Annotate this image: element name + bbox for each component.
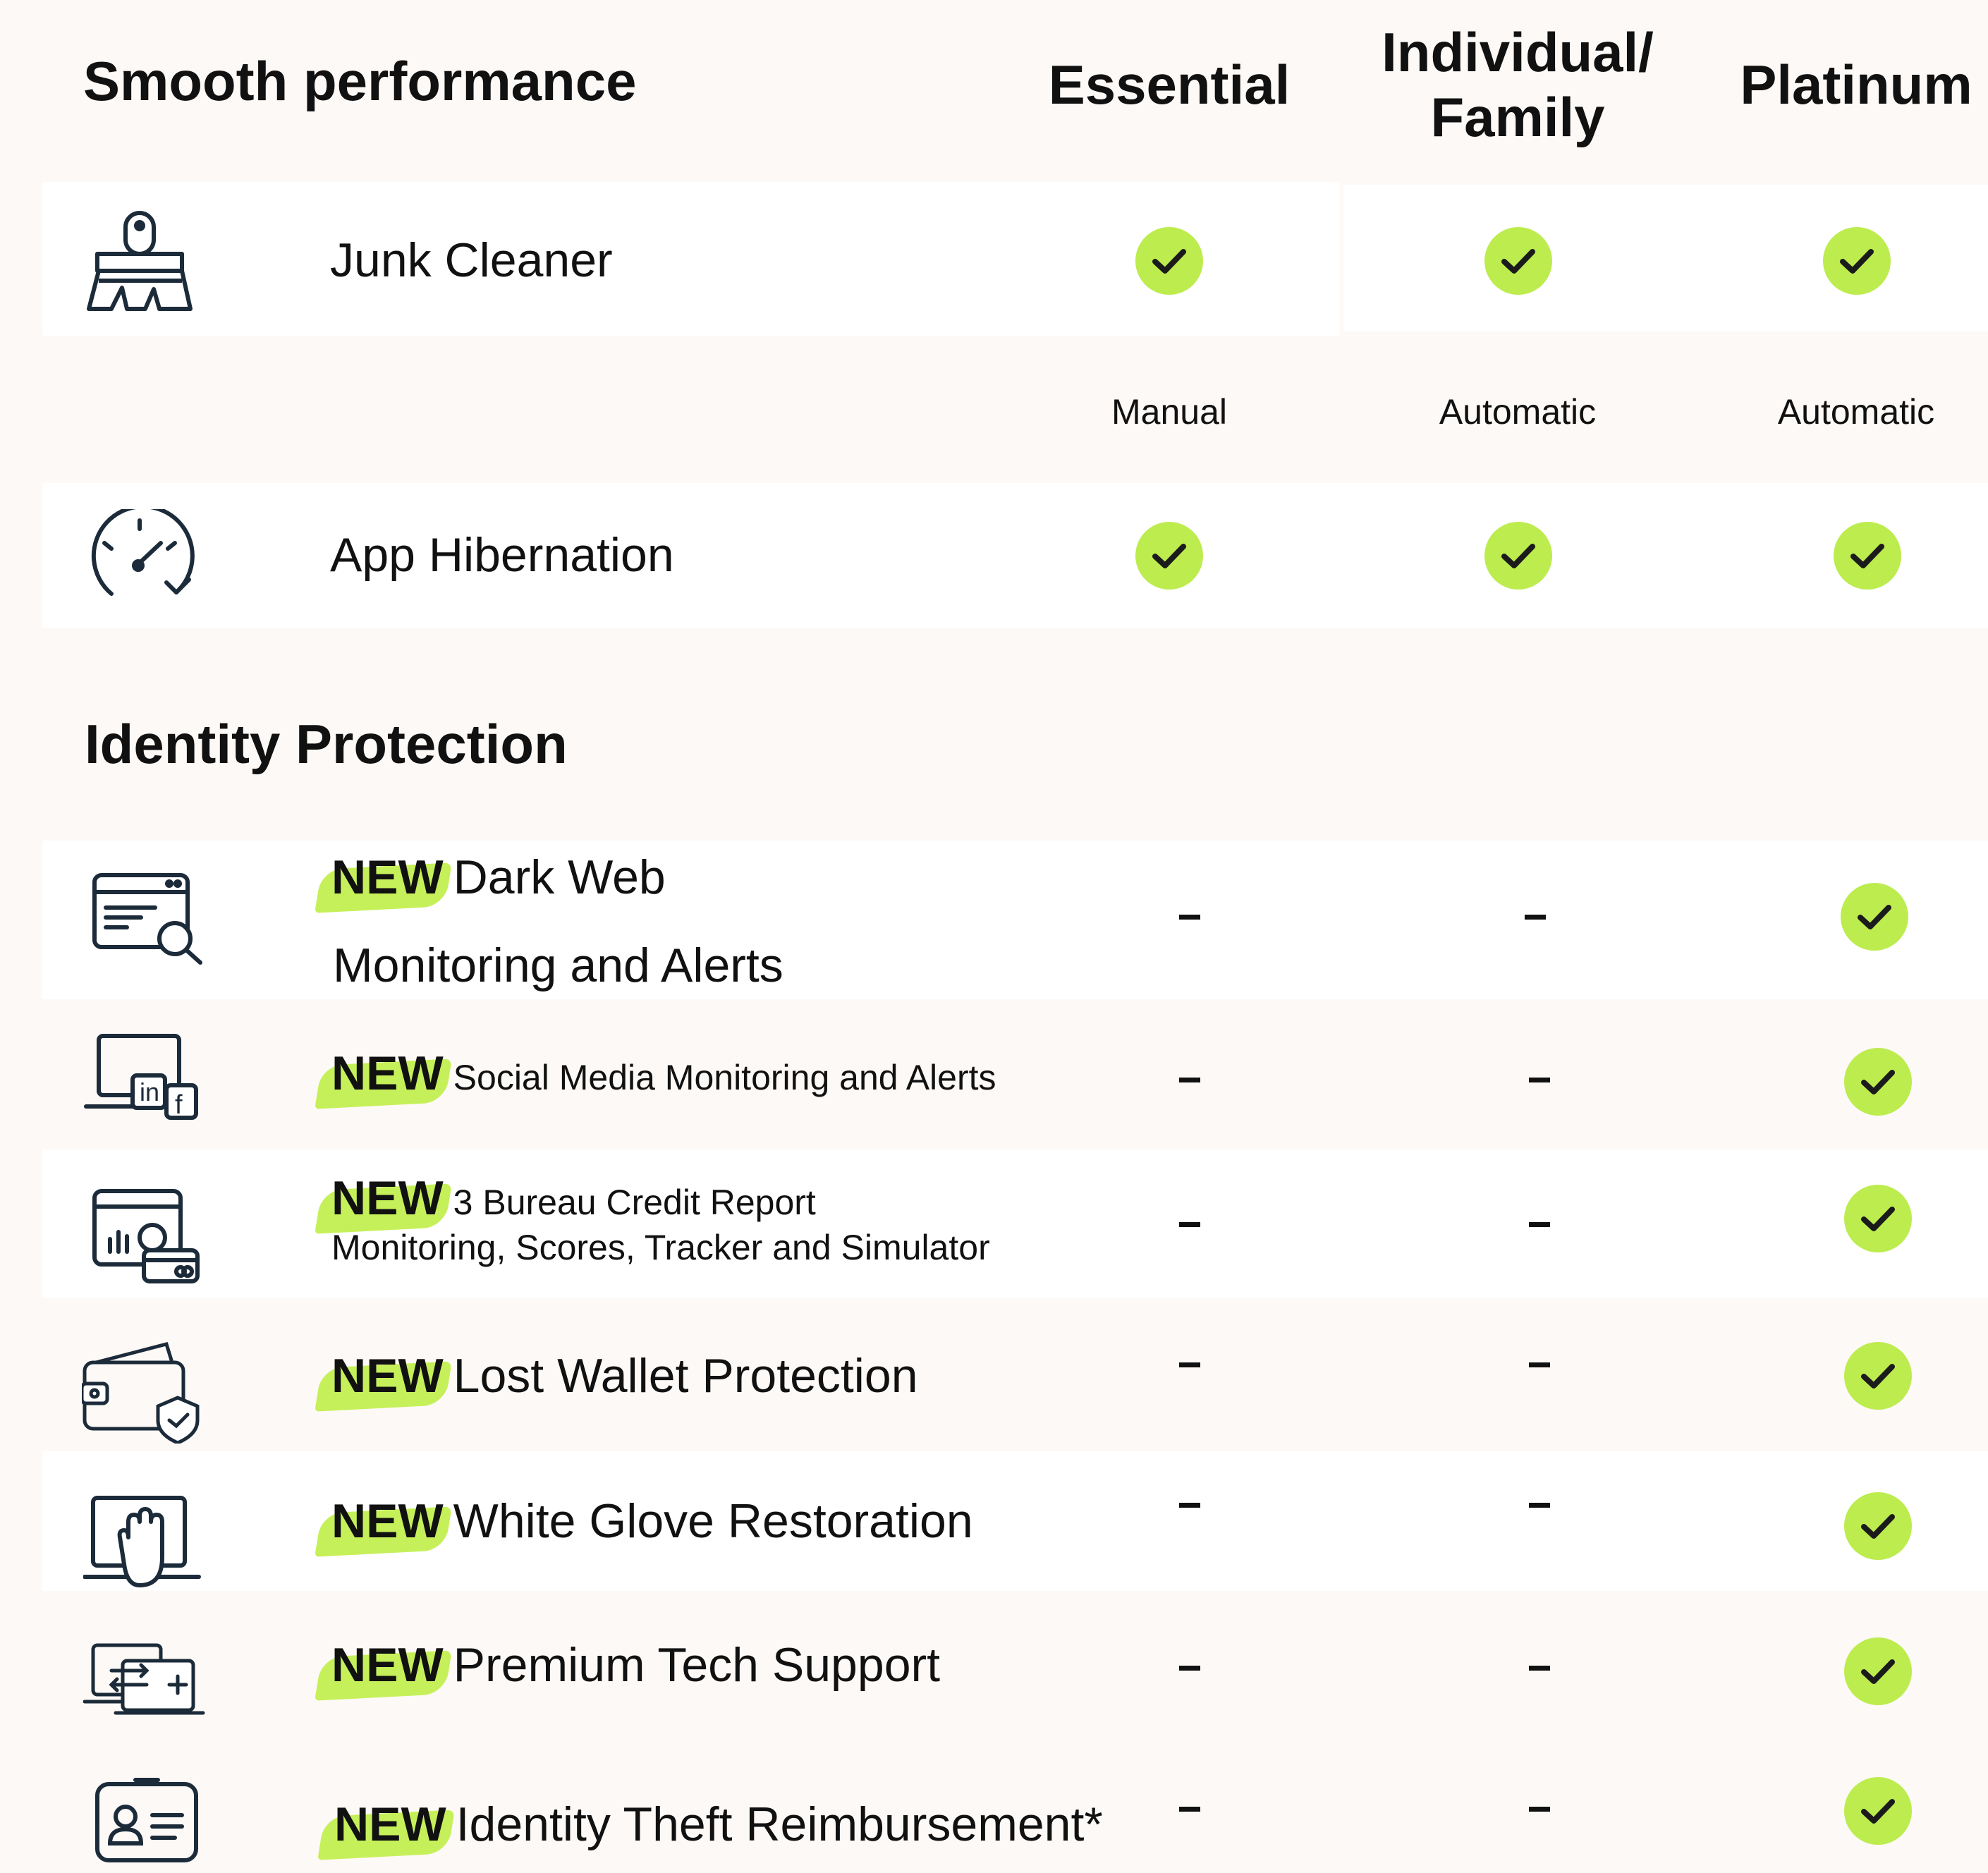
new-badge: NEW <box>315 1494 452 1558</box>
hand-laptop-icon <box>83 1494 203 1589</box>
wallet-shield-icon <box>82 1341 202 1444</box>
plan-family-heading-line2: Family <box>1430 86 1605 148</box>
dark-web-label-line1: Dark Web <box>453 850 666 904</box>
new-badge: NEW <box>315 850 452 914</box>
remote-support-icon <box>83 1640 207 1717</box>
new-badge: NEW <box>315 1046 452 1110</box>
premium-tech-support-label-text: Premium Tech Support <box>453 1638 941 1692</box>
svg-text:in: in <box>140 1078 159 1106</box>
plan-family-heading-line1: Individual/ <box>1382 21 1654 83</box>
check-icon <box>1844 1048 1912 1116</box>
dash-essential <box>1179 1666 1200 1671</box>
essential-junk-note: Manual <box>1111 392 1227 432</box>
identity-protection-title: Identity Protection <box>85 713 568 775</box>
check-icon <box>1844 1777 1912 1845</box>
credit-report-label-line1: 3 Bureau Credit Report <box>453 1183 816 1222</box>
credit-report-label: NEW 3 Bureau Credit Report Monitoring, Sc… <box>315 1171 990 1268</box>
plan-family-heading: Individual/ Family <box>1362 20 1673 150</box>
dash-essential <box>1179 1078 1200 1082</box>
check-icon <box>1834 522 1901 590</box>
dash-family <box>1529 1078 1550 1082</box>
dash-essential <box>1179 1362 1200 1367</box>
check-icon <box>1135 522 1203 590</box>
check-icon <box>1135 227 1203 295</box>
plan-essential-heading: Essential <box>1048 54 1291 116</box>
app-hibernation-label: App Hibernation <box>330 528 674 582</box>
dash-family <box>1529 1503 1550 1508</box>
check-icon <box>1484 522 1552 590</box>
credit-report-label-line2: Monitoring, Scores, Tracker and Simulato… <box>331 1228 990 1267</box>
svg-text:f: f <box>175 1090 183 1120</box>
social-media-label-text: Social Media Monitoring and Alerts <box>453 1058 996 1097</box>
new-badge: NEW <box>315 1348 452 1413</box>
check-icon <box>1484 227 1552 295</box>
social-devices-icon: in f <box>83 1033 203 1121</box>
check-icon <box>1841 883 1908 951</box>
broom-icon <box>83 210 196 312</box>
dark-web-label: NEW Dark Web <box>315 850 666 914</box>
dash-essential <box>1179 1503 1200 1508</box>
plan-platinum-heading: Platinum <box>1740 54 1972 116</box>
dash-family <box>1525 915 1546 920</box>
browser-search-icon <box>92 871 205 966</box>
dash-essential <box>1179 915 1200 920</box>
identity-theft-label: NEW Identity Theft Reimbursement* <box>317 1797 1103 1861</box>
dash-essential <box>1179 1222 1200 1227</box>
new-badge: NEW <box>315 1171 452 1235</box>
platinum-junk-note: Automatic <box>1777 392 1935 432</box>
check-icon <box>1844 1185 1912 1252</box>
dark-web-label-line2: Monitoring and Alerts <box>333 939 783 992</box>
white-glove-label-text: White Glove Restoration <box>453 1494 973 1548</box>
dash-family <box>1529 1666 1550 1671</box>
credit-report-icon <box>92 1188 205 1283</box>
check-icon <box>1844 1637 1912 1705</box>
dash-family <box>1529 1362 1550 1367</box>
lost-wallet-label-text: Lost Wallet Protection <box>453 1349 918 1403</box>
social-media-label: NEW Social Media Monitoring and Alerts <box>315 1046 996 1110</box>
identity-theft-label-text: Identity Theft Reimbursement* <box>456 1798 1103 1851</box>
dash-family <box>1529 1222 1550 1227</box>
dash-essential <box>1179 1807 1200 1812</box>
check-icon <box>1844 1492 1912 1560</box>
premium-tech-support-label: NEW Premium Tech Support <box>315 1637 941 1702</box>
smooth-performance-title: Smooth performance <box>83 50 637 112</box>
check-icon <box>1844 1342 1912 1410</box>
junk-cleaner-label: Junk Cleaner <box>330 233 613 287</box>
lost-wallet-label: NEW Lost Wallet Protection <box>315 1348 918 1413</box>
id-badge-icon <box>94 1776 200 1864</box>
white-glove-label: NEW White Glove Restoration <box>315 1494 973 1558</box>
table-row-extension <box>1343 185 1988 331</box>
family-junk-note: Automatic <box>1439 392 1597 432</box>
check-icon <box>1823 227 1891 295</box>
dash-family <box>1529 1807 1550 1812</box>
new-badge: NEW <box>317 1797 455 1861</box>
new-badge: NEW <box>315 1637 452 1702</box>
speedometer-icon <box>83 509 196 601</box>
